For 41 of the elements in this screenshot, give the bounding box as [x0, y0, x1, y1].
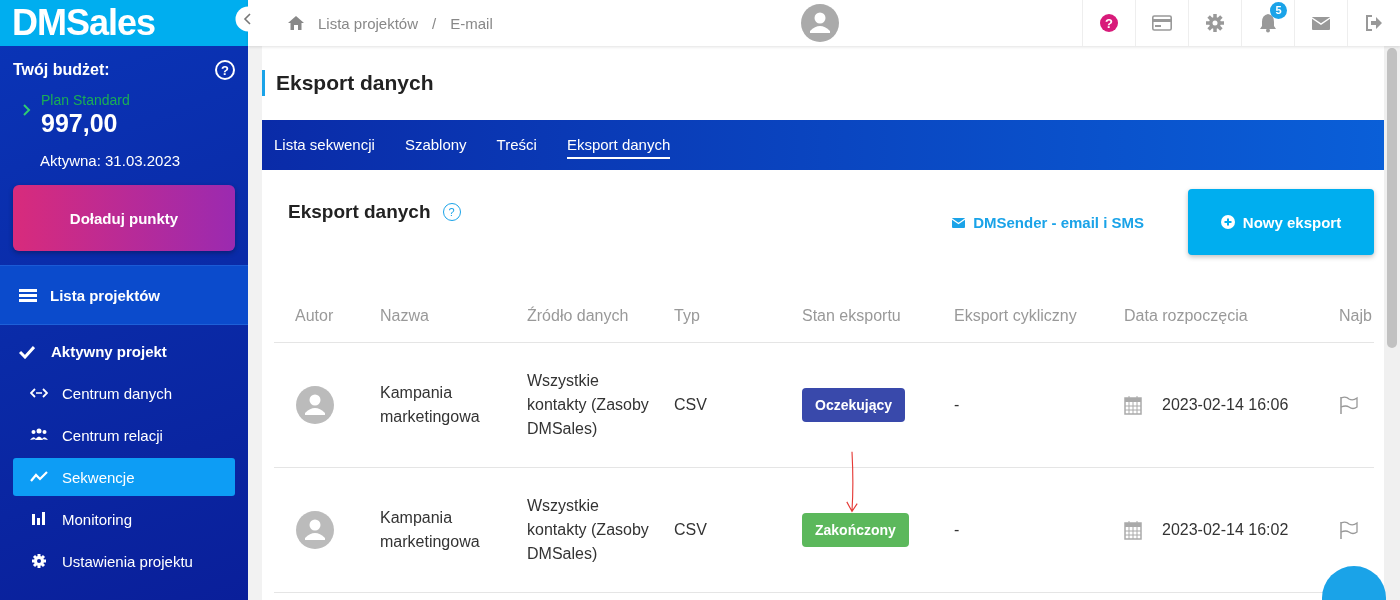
budget-amount: 997,00 [41, 109, 119, 138]
active-until: Aktywna: 31.03.2023 [40, 152, 182, 169]
breadcrumb-link[interactable]: Lista projektów [318, 14, 419, 32]
column-header: Autor [274, 290, 359, 343]
breadcrumb-link[interactable]: E-mail [450, 14, 493, 32]
table-cell: Wszystkie kontakty (Zasoby DMSales) [506, 342, 653, 468]
column-header: Typ [653, 290, 781, 343]
table-cell-text: 2023-02-14 16:02 [1162, 520, 1289, 540]
nav-item[interactable]: Centrum danych [13, 374, 235, 412]
column-header: Stan eksportu [781, 290, 933, 343]
table-cell-text: 2023-02-14 16:06 [1162, 395, 1289, 415]
section-title: Eksport danych [288, 201, 431, 223]
breadcrumb-separator: / [432, 14, 437, 32]
table-cell: Wszystkie kontakty (Zasoby DMSales) [506, 467, 653, 593]
budget-title: Twój budżet: [13, 61, 110, 79]
table-cell: CSV [653, 342, 781, 468]
tab[interactable]: Eksport danych [566, 131, 671, 159]
column-header: Eksport cykliczny [933, 290, 1103, 343]
tab[interactable]: Treści [496, 131, 537, 159]
projects-link[interactable]: Lista projektów [0, 265, 248, 325]
notification-badge: 5 [1270, 2, 1287, 19]
status-badge: Zakończony [802, 513, 909, 547]
column-header: Nazwa [359, 290, 506, 343]
help-icon[interactable]: ? [215, 60, 235, 80]
tab[interactable]: Szablony [404, 131, 467, 159]
table-cell: - [933, 467, 1103, 593]
plan-name: Plan Standard [41, 92, 130, 108]
table-cell: Kampania marketingowa [359, 342, 506, 468]
column-header: Data rozpoczęcia [1103, 290, 1318, 343]
page-title: Eksport danych [262, 70, 434, 96]
nav-item[interactable]: Ustawienia projektu [13, 542, 235, 580]
section-title: Aktywny projekt [51, 343, 167, 360]
nav-item[interactable]: Monitoring [13, 500, 235, 538]
table-cell: - [933, 342, 1103, 468]
status-badge: Oczekujący [802, 388, 906, 422]
table-cell: Kampania marketingowa [359, 467, 506, 593]
nav-item[interactable]: Centrum relacji [13, 416, 235, 454]
tab[interactable]: Lista sekwencji [274, 131, 375, 159]
top-up-button[interactable]: Doładuj punkty [13, 185, 235, 251]
column-header: Źródło danych [506, 290, 653, 343]
table-cell: CSV [653, 467, 781, 593]
